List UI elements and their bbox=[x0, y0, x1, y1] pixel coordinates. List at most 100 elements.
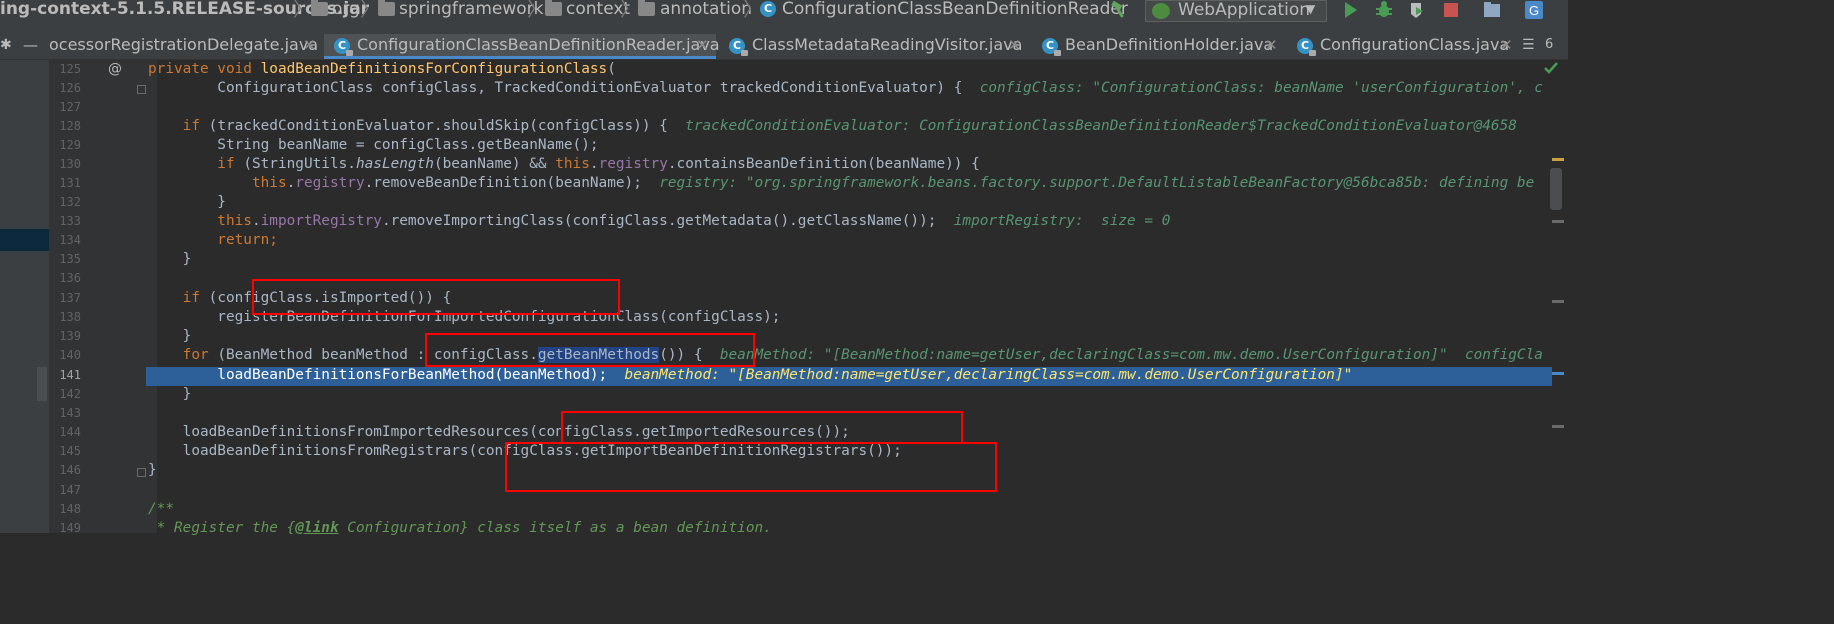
breadcrumb-annotation[interactable]: annotation bbox=[660, 0, 752, 34]
code-line-126[interactable]: ConfigurationClass configClass, TrackedC… bbox=[148, 79, 1543, 98]
translate-icon[interactable]: G bbox=[1524, 0, 1544, 20]
tab-label: ClassMetadataReadingVisitor.java bbox=[752, 35, 1023, 54]
line-number[interactable]: 147 bbox=[49, 483, 81, 497]
line-number[interactable]: 143 bbox=[49, 406, 81, 420]
code-line-132[interactable]: } bbox=[148, 193, 226, 212]
line-number[interactable]: 138 bbox=[49, 310, 81, 324]
stop-icon[interactable] bbox=[1441, 0, 1461, 20]
code-line-125[interactable]: private void loadBeanDefinitionsForConfi… bbox=[148, 60, 616, 79]
line-number[interactable]: 146 bbox=[49, 463, 81, 477]
coverage-icon[interactable] bbox=[1407, 0, 1427, 20]
line-number[interactable]: 136 bbox=[49, 271, 81, 285]
code-line-140[interactable]: for (BeanMethod beanMethod : configClass… bbox=[148, 346, 1543, 365]
debug-inline-value: configClass: "ConfigurationClass: beanNa… bbox=[979, 80, 1543, 96]
run-configuration-select[interactable]: WebApplication ▼ bbox=[1145, 0, 1327, 22]
code-line-146[interactable]: } bbox=[148, 461, 157, 480]
line-number[interactable]: 129 bbox=[49, 138, 81, 152]
folder-icon bbox=[378, 0, 395, 16]
tab-label: ConfigurationClassBeanDefinitionReader.j… bbox=[357, 35, 720, 54]
line-number[interactable]: 134 bbox=[49, 233, 81, 247]
navigation-bar: ing-context-5.1.5.RELEASE-sources.jar 〉 … bbox=[0, 0, 1568, 35]
settings-icon[interactable]: ✱ bbox=[0, 34, 12, 56]
line-number[interactable]: 132 bbox=[49, 195, 81, 209]
line-number[interactable]: 141 bbox=[49, 368, 81, 382]
scrollbar-marker[interactable] bbox=[1552, 158, 1564, 161]
inspection-ok-icon[interactable] bbox=[1543, 61, 1559, 75]
code-text: (beanName) && bbox=[433, 156, 556, 172]
panel-scroll-thumb[interactable] bbox=[37, 367, 47, 401]
code-line-128[interactable]: if (trackedConditionEvaluator.shouldSkip… bbox=[148, 117, 1517, 136]
close-icon[interactable]: ✕ bbox=[1500, 34, 1513, 56]
tab-configuration-class-bean-definition-reader[interactable]: C ConfigurationClassBeanDefinitionReader… bbox=[324, 34, 720, 59]
close-icon[interactable]: ✕ bbox=[1265, 34, 1278, 56]
line-number[interactable]: 130 bbox=[49, 157, 81, 171]
line-number[interactable]: 127 bbox=[49, 100, 81, 114]
editor-scrollbar[interactable] bbox=[1550, 60, 1568, 533]
keyword: if bbox=[148, 290, 209, 306]
javadoc-tag: @link bbox=[295, 520, 339, 536]
code-line-148[interactable]: /** bbox=[148, 500, 174, 519]
line-number[interactable]: 140 bbox=[49, 348, 81, 362]
breadcrumb-org[interactable]: org bbox=[332, 0, 360, 34]
field: registry bbox=[295, 175, 365, 191]
fold-icon[interactable] bbox=[137, 85, 146, 94]
project-structure-icon[interactable] bbox=[1482, 0, 1502, 20]
code-line-141[interactable]: loadBeanDefinitionsForBeanMethod(beanMet… bbox=[148, 366, 1352, 385]
chevron-down-icon: ▼ bbox=[1306, 2, 1316, 16]
tab-class-metadata-reading-visitor[interactable]: C ClassMetadataReadingVisitor.java ✕ bbox=[717, 34, 1027, 59]
line-number[interactable]: 145 bbox=[49, 444, 81, 458]
folder-icon bbox=[638, 0, 655, 16]
tab-configuration-class[interactable]: C ConfigurationClass.java ✕ bbox=[1285, 34, 1518, 59]
close-icon[interactable]: ✕ bbox=[1008, 34, 1021, 56]
breadcrumb-separator: 〉 bbox=[527, 0, 547, 21]
scroll-thumb[interactable] bbox=[1550, 168, 1562, 210]
collapse-icon[interactable]: — bbox=[23, 34, 38, 56]
line-number[interactable]: 142 bbox=[49, 387, 81, 401]
line-number[interactable]: 126 bbox=[49, 81, 81, 95]
code-text: .containsBeanDefinition(beanName)) { bbox=[667, 156, 980, 172]
code-line-139[interactable]: } bbox=[148, 327, 192, 346]
scrollbar-marker[interactable] bbox=[1552, 425, 1564, 428]
code-line-149[interactable]: * Register the {@link Configuration} cla… bbox=[148, 519, 772, 538]
run-icon[interactable] bbox=[1340, 0, 1360, 20]
project-selection[interactable] bbox=[0, 229, 49, 251]
keyword: private void bbox=[148, 61, 261, 77]
fold-icon[interactable] bbox=[137, 468, 146, 477]
tab-overflow-icon[interactable]: ☰ bbox=[1522, 34, 1535, 56]
code-line-130[interactable]: if (StringUtils.hasLength(beanName) && t… bbox=[148, 155, 980, 174]
line-number[interactable]: 125 bbox=[49, 62, 81, 76]
hammer-icon[interactable] bbox=[1109, 0, 1129, 20]
scrollbar-marker[interactable] bbox=[1552, 372, 1564, 375]
keyword: this bbox=[555, 156, 590, 172]
breadcrumb-class[interactable]: ConfigurationClassBeanDefinitionReader bbox=[782, 0, 1128, 34]
tab-bean-definition-holder[interactable]: C BeanDefinitionHolder.java ✕ bbox=[1030, 34, 1284, 59]
code-line-131[interactable]: this.registry.removeBeanDefinition(beanN… bbox=[148, 174, 1534, 193]
line-number[interactable]: 133 bbox=[49, 214, 81, 228]
line-number[interactable]: 148 bbox=[49, 502, 81, 516]
tab-processor-registration-delegate[interactable]: ocessorRegistrationDelegate.java ✕ bbox=[49, 34, 323, 59]
line-number[interactable]: 137 bbox=[49, 291, 81, 305]
code-text: .removeBeanDefinition(beanName); bbox=[364, 175, 660, 191]
debug-icon[interactable] bbox=[1374, 0, 1394, 20]
line-number[interactable]: 135 bbox=[49, 252, 81, 266]
scrollbar-marker[interactable] bbox=[1552, 220, 1564, 223]
code-line-129[interactable]: String beanName = configClass.getBeanNam… bbox=[148, 136, 598, 155]
spring-boot-icon bbox=[1152, 3, 1170, 19]
override-marker-icon[interactable]: @ bbox=[108, 61, 122, 77]
code-line-133[interactable]: this.importRegistry.removeImportingClass… bbox=[148, 212, 1170, 231]
close-icon[interactable]: ✕ bbox=[303, 34, 316, 56]
breadcrumb-springframework[interactable]: springframework bbox=[399, 0, 543, 34]
close-icon[interactable]: ✕ bbox=[696, 34, 709, 56]
line-number[interactable]: 144 bbox=[49, 425, 81, 439]
code-text: (trackedConditionEvaluator.shouldSkip(co… bbox=[208, 118, 686, 134]
scrollbar-marker[interactable] bbox=[1552, 300, 1564, 303]
line-number[interactable]: 149 bbox=[49, 521, 81, 535]
tab-label: ocessorRegistrationDelegate.java bbox=[49, 35, 319, 54]
code-line-134[interactable]: return; bbox=[148, 231, 278, 250]
line-number[interactable]: 131 bbox=[49, 176, 81, 190]
code-line-142[interactable]: } bbox=[148, 385, 192, 404]
line-number[interactable]: 128 bbox=[49, 119, 81, 133]
annotation-box-registrars bbox=[505, 442, 997, 492]
code-line-135[interactable]: } bbox=[148, 250, 192, 269]
line-number[interactable]: 139 bbox=[49, 329, 81, 343]
